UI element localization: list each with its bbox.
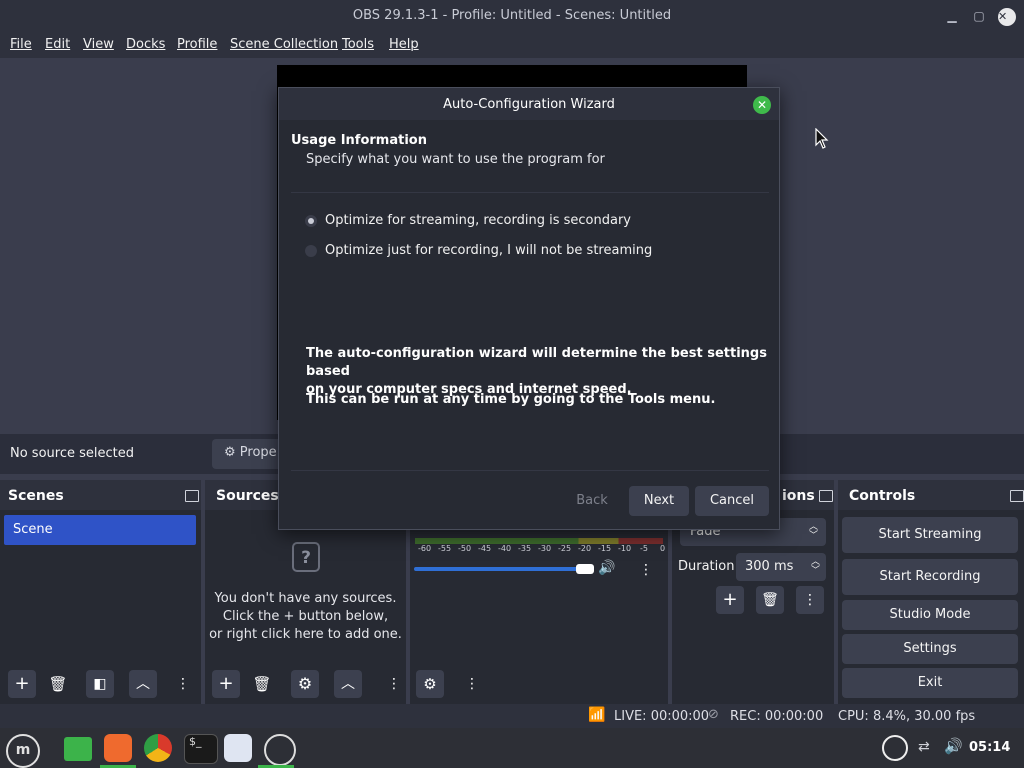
volume-slider-handle[interactable] xyxy=(576,564,594,574)
speaker-icon[interactable]: 🔊 xyxy=(598,560,615,576)
option-streaming[interactable]: Optimize for streaming, recording is sec… xyxy=(305,212,665,232)
maximize-button[interactable]: ▢ xyxy=(971,8,987,24)
scene-label: Scene xyxy=(13,522,53,537)
move-source-up-button[interactable]: ︿ xyxy=(334,670,362,698)
obs-icon[interactable] xyxy=(264,734,296,766)
clock: 05:14 xyxy=(969,740,1011,755)
window-titlebar: OBS 29.1.3-1 - Profile: Untitled - Scene… xyxy=(0,0,1024,32)
radio-streaming[interactable] xyxy=(305,215,317,227)
scenes-dock: Scenes Scene + 🗑 ◧ ︿ ⋮ xyxy=(0,480,201,704)
apps-grid-icon[interactable] xyxy=(224,734,252,762)
mouse-cursor-icon xyxy=(815,128,829,150)
studio-mode-button[interactable]: Studio Mode xyxy=(842,600,1018,630)
firefox-icon[interactable] xyxy=(104,734,132,762)
option-recording[interactable]: Optimize just for recording, I will not … xyxy=(305,242,665,262)
files-icon[interactable] xyxy=(64,737,92,761)
no-source-label: No source selected xyxy=(10,446,134,461)
source-more-button[interactable]: ⋮ xyxy=(387,670,401,698)
duration-spinbox[interactable]: 300 ms ︿ ﹀ xyxy=(736,553,826,581)
start-streaming-button[interactable]: Start Streaming xyxy=(842,517,1018,553)
network-tray-icon[interactable]: ⇄ xyxy=(918,739,930,755)
properties-button[interactable]: ⚙ Prope xyxy=(212,439,282,469)
cpu-status: CPU: 8.4%, 30.00 fps xyxy=(838,709,976,724)
wizard-tools-hint: This can be run at any time by going to … xyxy=(306,392,716,407)
volume-tray-icon[interactable]: 🔊 xyxy=(944,737,963,755)
scene-filters-button[interactable]: ◧ xyxy=(86,670,114,698)
chrome-icon[interactable] xyxy=(144,734,172,762)
menu-view[interactable]: View xyxy=(83,37,114,52)
menu-edit[interactable]: Edit xyxy=(45,37,70,52)
menu-docks[interactable]: Docks xyxy=(126,37,165,52)
minimize-button[interactable]: ▁ xyxy=(944,8,960,24)
remove-transition-button[interactable]: 🗑 xyxy=(756,586,784,614)
add-transition-button[interactable]: + xyxy=(716,586,744,614)
auto-config-dialog: Auto-Configuration Wizard ✕ Usage Inform… xyxy=(278,87,780,530)
network-icon: 📶 xyxy=(588,707,606,723)
meter-ticks: -60 -55 -50 -45 -40 -35 -30 -25 -20 -15 … xyxy=(418,544,666,553)
next-button[interactable]: Next xyxy=(629,486,689,516)
settings-button[interactable]: Settings xyxy=(842,634,1018,664)
option-recording-label: Optimize just for recording, I will not … xyxy=(325,243,653,258)
sources-empty-message: You don't have any sources. Click the + … xyxy=(209,591,402,642)
menu-tools[interactable]: Tools xyxy=(342,37,374,52)
status-bar: 📶 LIVE: 00:00:00 ⊘ REC: 00:00:00 CPU: 8.… xyxy=(0,704,1024,728)
rec-status: REC: 00:00:00 xyxy=(730,709,824,724)
menubar: File Edit View Docks Profile Scene Colle… xyxy=(0,32,1024,58)
move-scene-up-button[interactable]: ︿ xyxy=(129,670,157,698)
menu-help[interactable]: Help xyxy=(389,37,419,52)
add-scene-button[interactable]: + xyxy=(8,670,36,698)
menu-scene-collection[interactable]: Scene Collection xyxy=(230,37,338,52)
chevron-updown-icon: ︿ ﹀ xyxy=(808,522,818,541)
gear-icon: ⚙ xyxy=(224,445,236,460)
obs-tray-icon[interactable] xyxy=(882,735,908,761)
transition-more-button[interactable]: ⋮ xyxy=(796,586,824,614)
remove-source-button[interactable]: 🗑 xyxy=(248,670,276,698)
menu-profile[interactable]: Profile xyxy=(177,37,217,52)
dock-float-icon[interactable] xyxy=(819,490,833,502)
duration-value: 300 ms xyxy=(745,559,794,574)
scene-list-item[interactable]: Scene xyxy=(4,515,196,545)
close-icon[interactable]: ✕ xyxy=(753,96,771,114)
remove-scene-button[interactable]: 🗑 xyxy=(44,670,72,698)
dock-float-icon[interactable] xyxy=(185,490,199,502)
source-properties-button[interactable]: ⚙ xyxy=(291,670,319,698)
mixer-settings-button[interactable]: ⚙ xyxy=(416,670,444,698)
record-disabled-icon: ⊘ xyxy=(708,707,719,722)
volume-slider-track[interactable] xyxy=(414,567,584,571)
option-streaming-label: Optimize for streaming, recording is sec… xyxy=(325,213,632,228)
mixer-more-button[interactable]: ⋮ xyxy=(462,670,482,698)
terminal-icon[interactable]: $_ xyxy=(184,734,218,764)
window-title: OBS 29.1.3-1 - Profile: Untitled - Scene… xyxy=(352,8,672,23)
scene-more-button[interactable]: ⋮ xyxy=(176,670,190,698)
exit-button[interactable]: Exit xyxy=(842,668,1018,698)
spin-arrows-icon[interactable]: ︿ ﹀ xyxy=(811,558,820,576)
usage-subheading: Specify what you want to use the program… xyxy=(306,152,605,167)
add-source-button[interactable]: + xyxy=(212,670,240,698)
close-window-button[interactable]: ✕ xyxy=(998,8,1016,26)
menu-icon[interactable]: m xyxy=(6,734,40,768)
start-recording-button[interactable]: Start Recording xyxy=(842,559,1018,595)
radio-recording[interactable] xyxy=(305,245,317,257)
cancel-button[interactable]: Cancel xyxy=(695,486,769,516)
duration-label: Duration xyxy=(678,559,735,574)
dialog-title: Auto-Configuration Wizard xyxy=(279,88,779,120)
live-status: LIVE: 00:00:00 xyxy=(614,709,710,724)
dock-float-icon[interactable] xyxy=(1010,490,1024,502)
menu-file[interactable]: File xyxy=(10,37,32,52)
question-icon: ? xyxy=(292,542,320,572)
wizard-info-text: The auto-configuration wizard will deter… xyxy=(306,346,767,397)
mixer-channel-more-button[interactable]: ⋮ xyxy=(636,556,656,584)
back-button[interactable]: Back xyxy=(565,486,619,516)
properties-label: Prope xyxy=(239,445,277,460)
divider xyxy=(291,470,769,471)
divider xyxy=(291,192,769,193)
usage-heading: Usage Information xyxy=(291,133,427,148)
